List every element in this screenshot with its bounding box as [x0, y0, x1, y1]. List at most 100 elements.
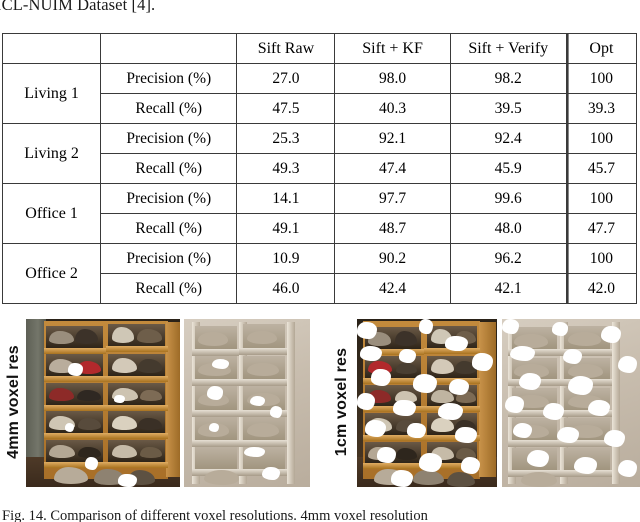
cell-value: 25.3: [236, 123, 336, 154]
cell-value: 39.5: [449, 93, 567, 124]
reconstruction-hole: [601, 325, 621, 343]
metric-label: Precision (%): [100, 123, 238, 154]
reconstruction-hole: [206, 386, 224, 400]
cell-value: 42.4: [334, 273, 451, 304]
cell-value: 49.1: [236, 213, 336, 244]
shelf-side-panel: [478, 322, 496, 477]
shelf-board: [106, 376, 168, 383]
reconstruction-hole: [359, 345, 383, 361]
mesh-divider: [612, 322, 621, 484]
shoe: [136, 329, 162, 343]
scene-label-living-2: Living 2: [1, 123, 102, 184]
metric-label: Precision (%): [100, 243, 238, 274]
reconstruction-hole: [407, 423, 426, 439]
reconstruction-hole: [357, 322, 377, 340]
table-row: Office 1 Precision (%) 14.1 97.7 99.6 10…: [1, 183, 638, 244]
reconstruction-hole: [118, 473, 137, 487]
cell-value: 27.0: [236, 63, 336, 94]
reconstruction-hole: [438, 403, 464, 420]
shelf-board: [106, 433, 168, 440]
header-metric: [100, 33, 238, 64]
reconstruction-hole: [113, 394, 125, 403]
results-table: Sift Raw Sift + KF Sift + Verify Opt Liv…: [1, 33, 638, 304]
mesh-divider: [287, 322, 296, 484]
reconstruction-hole: [587, 399, 610, 417]
mesh-shelf-board: [191, 409, 240, 417]
reconstruction-hole: [269, 406, 283, 419]
cell-value: 10.9: [236, 243, 336, 274]
reconstruction-geometry-1cm: [502, 319, 640, 487]
shoe: [431, 418, 454, 432]
metric-label: Recall (%): [100, 273, 238, 304]
cell-value: 45.7: [565, 153, 638, 184]
reconstruction-hole: [399, 349, 416, 363]
shoe: [138, 418, 162, 430]
table-row: Living 1 Precision (%) 27.0 98.0 98.2 10…: [1, 63, 638, 124]
cell-value: 47.5: [236, 93, 336, 124]
shelf-board: [106, 345, 168, 352]
header-scene: [1, 33, 102, 64]
reconstruction-color-1cm: [357, 319, 497, 487]
shelf-photo: [26, 319, 180, 487]
shoe: [138, 359, 162, 373]
cell-value: 90.2: [334, 243, 451, 274]
header-opt: Opt: [565, 33, 638, 64]
cell-value: 98.0: [334, 63, 451, 94]
reconstruction-hole: [67, 362, 83, 377]
cell-value: 92.4: [449, 123, 567, 154]
wall-region: [26, 319, 47, 461]
shelf-photo: [357, 319, 497, 487]
reconstruction-hole: [504, 396, 525, 414]
shoe: [112, 327, 134, 343]
reconstruction-hole: [393, 399, 416, 417]
panel-label-4mm-text: 4mm voxel res: [5, 345, 22, 459]
reconstruction-hole: [568, 376, 594, 395]
reconstruction-hole: [262, 466, 280, 481]
shoe-pile: [413, 470, 444, 486]
mesh-object: [197, 332, 229, 346]
cell-value: 100: [565, 243, 638, 274]
mesh-object: [204, 470, 240, 486]
scene-label-living-1: Living 1: [1, 63, 102, 124]
mesh-shelf-board: [239, 379, 288, 387]
shelf-board: [106, 404, 168, 411]
reconstruction-color-4mm: [26, 319, 180, 487]
shoe: [139, 389, 162, 402]
shelf-board: [106, 461, 168, 468]
reconstruction-hole: [502, 319, 519, 335]
shoe: [49, 330, 74, 345]
mesh-object: [247, 362, 279, 377]
cell-value: 99.6: [449, 183, 567, 214]
reconstruction-hole: [471, 352, 493, 372]
reconstruction-hole: [557, 426, 580, 444]
reconstruction-hole: [418, 319, 433, 335]
cell-value: 48.0: [449, 213, 567, 244]
panel-label-1cm: 1cm voxel res: [330, 316, 354, 488]
reconstruction-hole: [209, 423, 220, 432]
reconstruction-hole: [551, 322, 569, 336]
cell-value: 42.1: [449, 273, 567, 304]
metric-label: Recall (%): [100, 153, 238, 184]
reconstruction-hole: [460, 456, 481, 474]
shoe: [112, 416, 137, 430]
panel-group-4mm: 4mm voxel res: [2, 312, 310, 494]
shelf-board: [44, 404, 107, 411]
mesh-shelf-board: [239, 347, 288, 355]
shelf-side-panel: [166, 322, 180, 477]
shoe: [139, 446, 162, 459]
cell-value: 49.3: [236, 153, 336, 184]
shelf-board: [44, 376, 107, 383]
panel-group-1cm: 1cm voxel res: [330, 312, 640, 494]
reconstruction-geometry-4mm: [184, 319, 310, 487]
reconstruction-hole: [445, 335, 468, 351]
cell-value: 48.7: [334, 213, 451, 244]
mesh-shelf-board: [191, 349, 240, 357]
panel-label-4mm: 4mm voxel res: [2, 316, 26, 488]
panel-label-1cm-text: 1cm voxel res: [333, 347, 350, 457]
reconstruction-hole: [604, 429, 625, 447]
cell-value: 97.7: [334, 183, 451, 214]
table-row: Office 2 Precision (%) 10.9 90.2 96.2 10…: [1, 243, 638, 304]
mesh-object: [521, 471, 558, 487]
cell-value: 98.2: [449, 63, 567, 94]
mesh-object: [247, 330, 278, 345]
